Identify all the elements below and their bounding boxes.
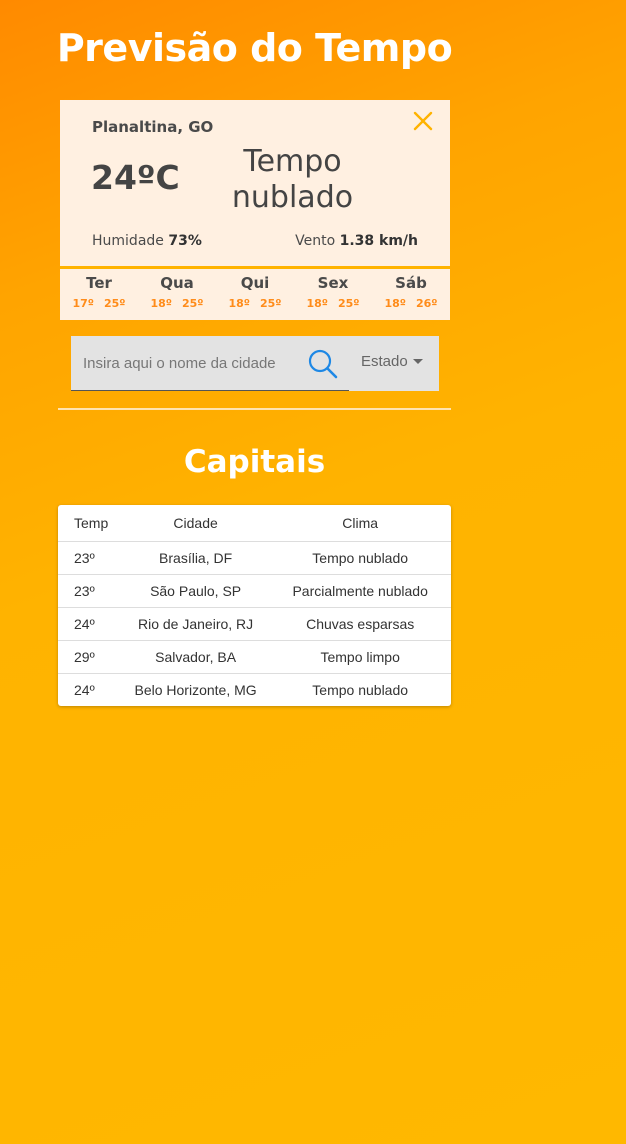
search-bar: Estado bbox=[71, 336, 439, 391]
condition-line-2: nublado bbox=[231, 180, 354, 215]
humidity: Humidade 73% bbox=[92, 233, 202, 249]
forecast-min: 18º bbox=[384, 297, 406, 310]
forecast-divider bbox=[60, 266, 450, 269]
forecast-day-name: Qui bbox=[240, 274, 270, 292]
search-icon[interactable] bbox=[307, 348, 339, 380]
table-header-row: Temp Cidade Clima bbox=[58, 505, 451, 542]
cell-city: Salvador, BA bbox=[121, 640, 270, 674]
city-name: Planaltina, GO bbox=[92, 118, 214, 136]
table-row: 24º Belo Horizonte, MG Tempo nublado bbox=[58, 673, 451, 706]
close-icon[interactable] bbox=[412, 110, 434, 132]
forecast-day: Qua 18º 25º bbox=[138, 271, 216, 320]
forecast-min: 18º bbox=[228, 297, 250, 310]
wind: Vento 1.38 km/h bbox=[295, 233, 418, 249]
forecast-day: Sáb 18º 26º bbox=[372, 271, 450, 320]
state-dropdown-label: Estado bbox=[361, 353, 408, 370]
forecast-day-name: Sex bbox=[317, 274, 349, 292]
wind-label: Vento bbox=[295, 233, 336, 249]
cell-clima: Tempo nublado bbox=[269, 541, 451, 575]
cell-temp: 24º bbox=[58, 607, 122, 641]
wind-value: 1.38 km/h bbox=[339, 233, 418, 249]
forecast-temps: 18º 25º bbox=[294, 297, 372, 310]
forecast-temps: 17º 25º bbox=[60, 297, 138, 310]
forecast-max: 25º bbox=[104, 297, 126, 310]
capitals-title: Capitais bbox=[183, 444, 326, 480]
cell-temp: 23º bbox=[58, 541, 122, 575]
weather-condition: Tempo nublado bbox=[220, 144, 365, 216]
cell-temp: 23º bbox=[58, 574, 122, 608]
cell-clima: Tempo nublado bbox=[312, 681, 409, 698]
table-row: 23º Brasília, DF Tempo nublado bbox=[58, 541, 451, 575]
forecast-day: Ter 17º 25º bbox=[60, 271, 138, 320]
forecast-max: 25º bbox=[338, 297, 360, 310]
table-row: 23º São Paulo, SP Parcialmente nublado bbox=[58, 574, 451, 608]
forecast-temps: 18º 26º bbox=[372, 297, 450, 310]
forecast-temps: 18º 25º bbox=[216, 297, 294, 310]
cell-city: São Paulo, SP bbox=[121, 574, 270, 608]
forecast-day: Sex 18º 25º bbox=[294, 271, 372, 320]
forecast-day-name: Sáb bbox=[395, 274, 427, 292]
header-clima: Clima bbox=[269, 505, 451, 542]
table-row: 24º Rio de Janeiro, RJ Chuvas esparsas bbox=[58, 607, 451, 641]
page-title: Previsão do Tempo bbox=[56, 26, 453, 70]
forecast-day: Qui 18º 25º bbox=[216, 271, 294, 320]
forecast-max: 26º bbox=[416, 297, 438, 310]
cell-clima: Tempo limpo bbox=[269, 640, 451, 674]
state-dropdown[interactable]: Estado bbox=[361, 353, 423, 370]
cell-clima: Chuvas esparsas bbox=[269, 607, 451, 641]
table-row: 29º Salvador, BA Tempo limpo bbox=[58, 640, 451, 674]
forecast-max: 25º bbox=[182, 297, 204, 310]
cell-clima: Parcialmente nublado bbox=[269, 574, 451, 608]
condition-line-1: Tempo bbox=[243, 144, 342, 179]
header-city: Cidade bbox=[121, 505, 270, 542]
forecast-temps: 18º 25º bbox=[138, 297, 216, 310]
forecast-day-name: Qua bbox=[160, 274, 194, 292]
humidity-value: 73% bbox=[168, 233, 202, 249]
humidity-label: Humidade bbox=[92, 233, 164, 249]
forecast: Ter 17º 25º Qua 18º 25º Qui 18º 25º Sex 18º… bbox=[60, 271, 450, 320]
cell-temp: 24º bbox=[74, 681, 95, 698]
forecast-min: 18º bbox=[306, 297, 328, 310]
caret-down-icon bbox=[412, 359, 423, 364]
capitals-table: Temp Cidade Clima 23º Brasília, DF Tempo… bbox=[58, 505, 451, 706]
header-temp: Temp bbox=[58, 505, 122, 542]
cell-city: Brasília, DF bbox=[121, 541, 270, 575]
cell-temp: 29º bbox=[58, 640, 122, 674]
forecast-min: 17º bbox=[72, 297, 94, 310]
forecast-min: 18º bbox=[150, 297, 172, 310]
weather-card: Planaltina, GO 24ºC Tempo nublado Humida… bbox=[60, 100, 450, 320]
current-temperature: 24ºC bbox=[91, 158, 180, 197]
section-divider bbox=[58, 408, 451, 410]
forecast-day-name: Ter bbox=[86, 274, 112, 292]
cell-city: Belo Horizonte, MG bbox=[134, 681, 257, 698]
cell-city: Rio de Janeiro, RJ bbox=[121, 607, 270, 641]
forecast-max: 25º bbox=[260, 297, 282, 310]
